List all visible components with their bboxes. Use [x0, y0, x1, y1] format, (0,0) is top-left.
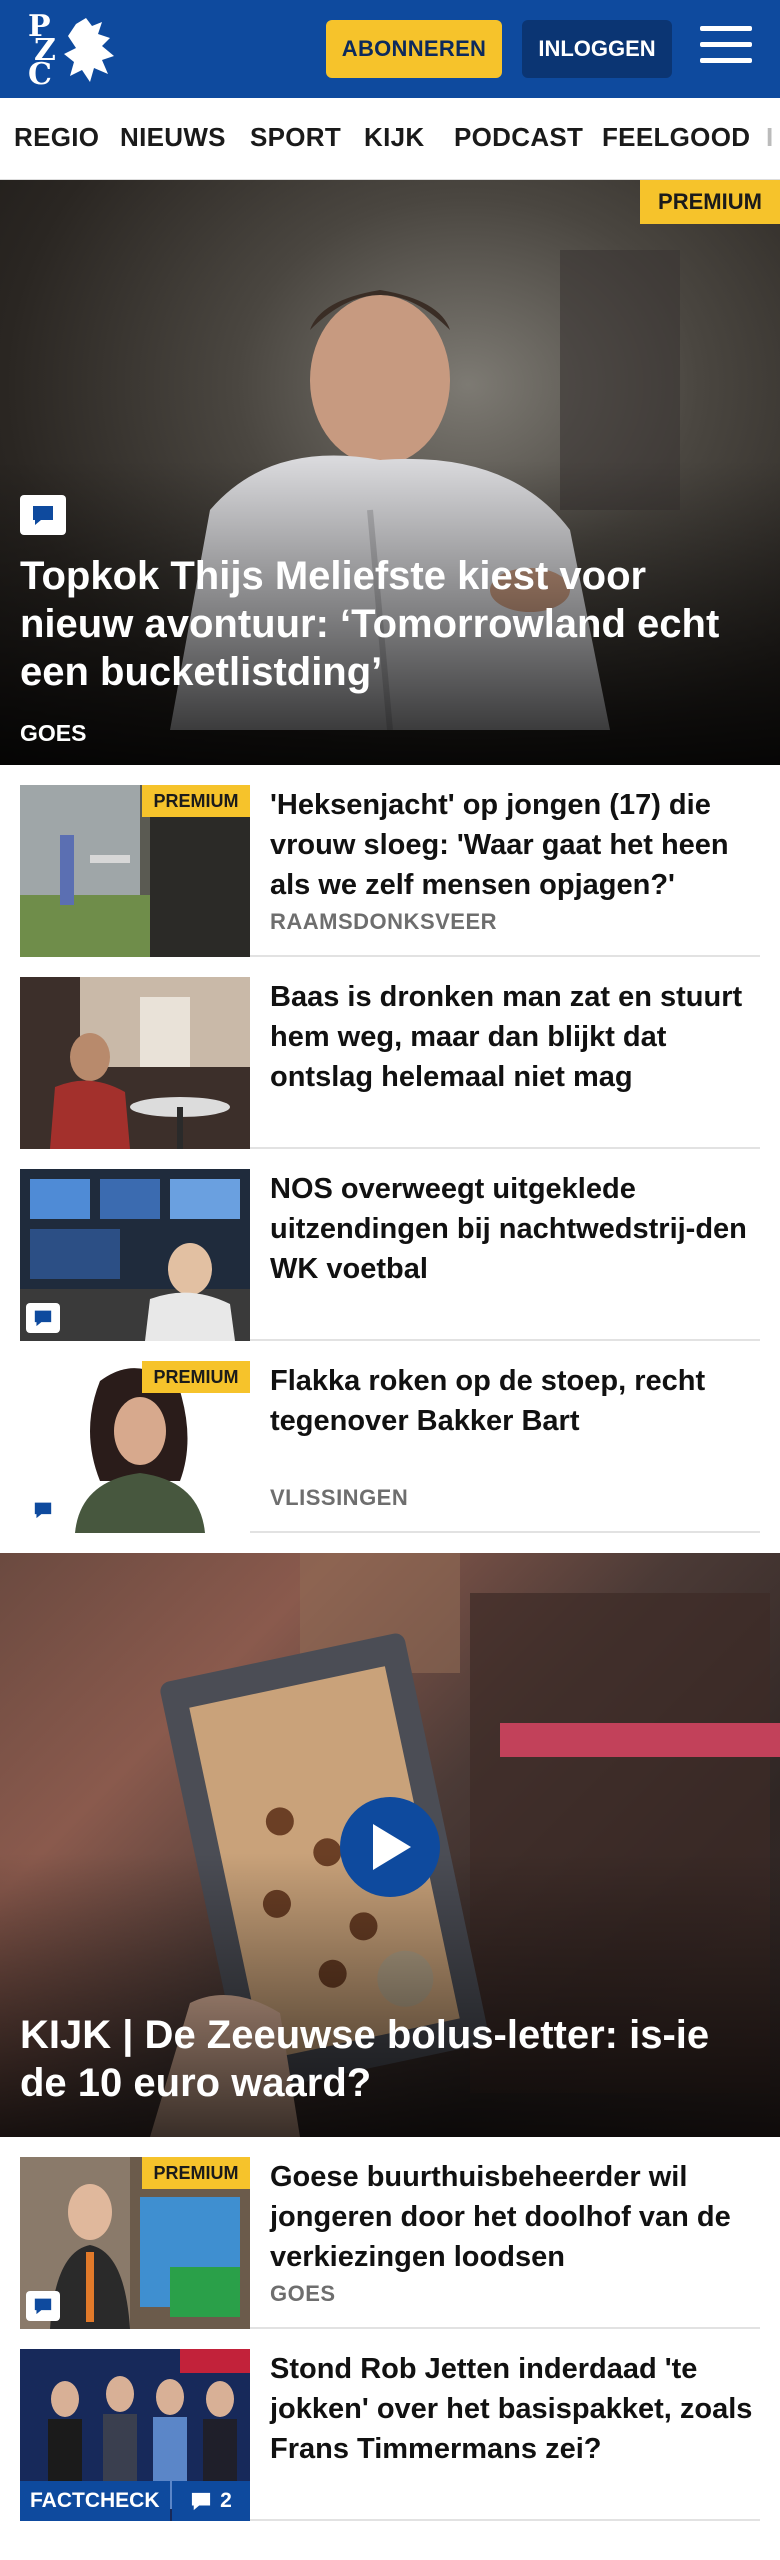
list-item[interactable]: Baas is dronken man zat en stuurt hem we… [20, 957, 760, 1149]
article-location: VLISSINGEN [270, 1485, 409, 1510]
article-headline[interactable]: NOS overweegt uitgeklede uitzendingen bi… [270, 1169, 760, 1289]
subscribe-button[interactable]: ABONNEREN [326, 20, 502, 78]
nav-item-overflow[interactable]: I [766, 122, 774, 153]
article-location: RAAMSDONKSVEER [270, 909, 498, 934]
list-item[interactable]: FACTCHECK 2 Stond Rob Jetten inderdaad '… [20, 2329, 760, 2521]
hero-article[interactable]: PREMIUM Topkok Thijs Meliefste kiest voo… [0, 180, 780, 765]
article-headline[interactable]: Flakka roken op de stoep, recht tegenove… [270, 1361, 760, 1441]
pzc-logo[interactable]: P Z C [28, 12, 118, 92]
comment-icon [26, 1495, 60, 1525]
hamburger-menu-icon[interactable] [700, 26, 752, 72]
lion-emblem-icon [64, 18, 114, 82]
nav-item-feelgood[interactable]: FEELGOOD [602, 122, 750, 153]
comment-icon [26, 2291, 60, 2321]
article-thumbnail: PREMIUM [20, 785, 250, 957]
article-thumbnail [20, 1169, 250, 1341]
comment-count-badge: 2 [172, 2481, 250, 2521]
factcheck-badge: FACTCHECK [20, 2481, 170, 2521]
list-item[interactable]: PREMIUM Goese buurthuisbeheerder wil jon… [20, 2137, 760, 2329]
premium-badge: PREMIUM [142, 1361, 250, 1393]
premium-badge: PREMIUM [640, 180, 780, 224]
logo-letter-c: C [28, 57, 52, 92]
article-headline[interactable]: Baas is dronken man zat en stuurt hem we… [270, 977, 760, 1097]
premium-badge: PREMIUM [142, 2157, 250, 2189]
article-thumbnail: PREMIUM [20, 1361, 250, 1533]
list-item[interactable]: NOS overweegt uitgeklede uitzendingen bi… [20, 1149, 760, 1341]
video-headline[interactable]: KIJK | De Zeeuwse bolus-letter: is-ie de… [20, 2011, 760, 2107]
list-item[interactable]: PREMIUM Flakka roken op de stoep, recht … [20, 1341, 760, 1533]
section-nav: REGIO NIEUWS SPORT KIJK PODCAST FEELGOOD… [0, 98, 780, 180]
nav-item-regio[interactable]: REGIO [14, 122, 99, 153]
hero-location: GOES [20, 720, 87, 746]
comment-icon [26, 1303, 60, 1333]
nav-item-kijk[interactable]: KIJK [364, 122, 424, 153]
article-headline[interactable]: Stond Rob Jetten inderdaad 'te jokken' o… [270, 2349, 760, 2469]
nav-item-nieuws[interactable]: NIEUWS [120, 122, 226, 153]
nav-item-podcast[interactable]: PODCAST [454, 122, 583, 153]
comment-icon [20, 495, 66, 535]
article-thumbnail [20, 977, 250, 1149]
premium-badge: PREMIUM [142, 785, 250, 817]
article-headline[interactable]: Goese buurthuisbeheerder wil jongeren do… [270, 2157, 760, 2277]
article-headline[interactable]: 'Heksenjacht' op jongen (17) die vrouw s… [270, 785, 760, 905]
top-header: P Z C ABONNEREN INLOGGEN [0, 0, 780, 98]
article-thumbnail: PREMIUM [20, 2157, 250, 2329]
comment-count: 2 [220, 2489, 232, 2512]
play-icon[interactable] [340, 1797, 440, 1897]
article-thumbnail: FACTCHECK 2 [20, 2349, 250, 2521]
hero-headline[interactable]: Topkok Thijs Meliefste kiest voor nieuw … [20, 552, 760, 696]
article-location: GOES [270, 2281, 336, 2306]
comment-icon [192, 2492, 211, 2511]
login-button[interactable]: INLOGGEN [522, 20, 672, 78]
nav-item-sport[interactable]: SPORT [250, 122, 341, 153]
list-item[interactable]: PREMIUM 'Heksenjacht' op jongen (17) die… [20, 765, 760, 957]
video-article[interactable]: KIJK | De Zeeuwse bolus-letter: is-ie de… [0, 1553, 780, 2137]
